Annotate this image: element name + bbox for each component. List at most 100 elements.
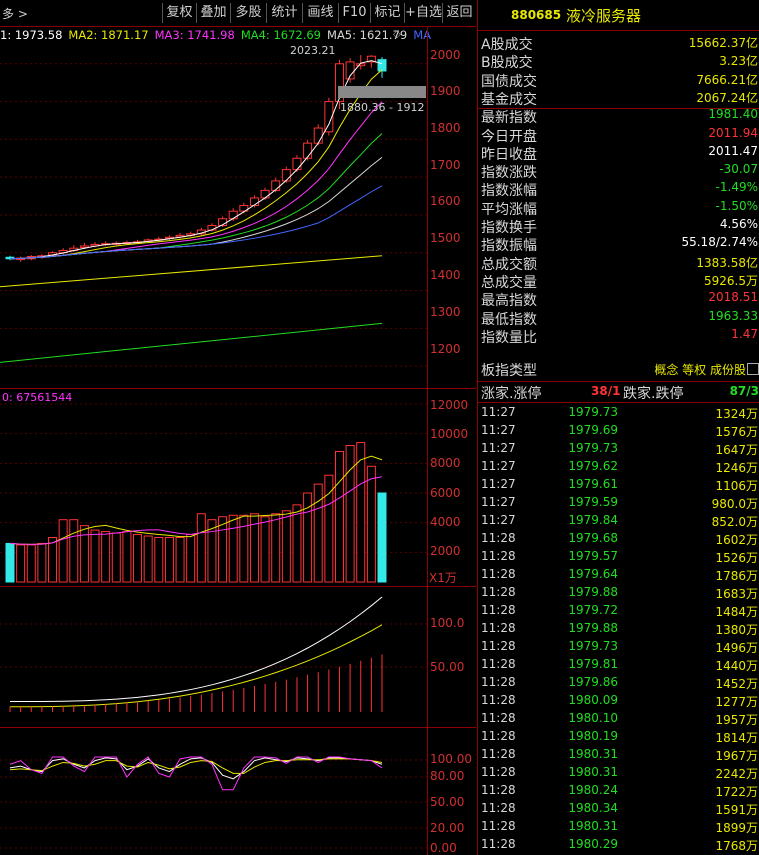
tick-time: 11:28: [481, 585, 516, 599]
tick-row[interactable]: 11:28 1980.09 1277万: [478, 693, 759, 711]
quote-panel: 880685 液冷服务器 A股成交 15662.37亿 B股成交 3.23亿 国债成交 7…: [477, 0, 759, 855]
tick-row[interactable]: 11:28 1980.29 1768万: [478, 837, 759, 855]
tick-row[interactable]: 11:27 1979.73 1324万: [478, 405, 759, 423]
quote-row: 指数涨幅 -1.49%: [478, 180, 759, 199]
tick-volume: 1591万: [715, 803, 758, 817]
quote-row-value: 55.18/2.74%: [681, 235, 758, 250]
quote-row: 指数涨跌 -30.07: [478, 162, 759, 182]
pane-separator: [0, 388, 476, 389]
quote-row-label: 平均涨幅: [481, 201, 537, 218]
tick-volume: 1602万: [715, 533, 758, 547]
tick-row[interactable]: 11:28 1979.73 1496万: [478, 639, 759, 657]
quote-row-value: 2018.51: [708, 290, 758, 305]
tick-row[interactable]: 11:28 1979.88 1683万: [478, 585, 759, 603]
quote-row: 基金成交 2067.24亿: [478, 89, 759, 108]
tick-time: 11:28: [481, 783, 516, 797]
tick-price: 1979.86: [568, 675, 618, 689]
quote-row-label: A股成交: [481, 37, 533, 53]
tick-row[interactable]: 11:28 1980.31 1899万: [478, 819, 759, 837]
price-tick-label: 1300: [430, 305, 461, 319]
tick-row[interactable]: 11:28 1979.57 1526万: [478, 549, 759, 567]
tick-row[interactable]: 11:27 1979.69 1576万: [478, 423, 759, 441]
quote-row: 指数换手 4.56%: [478, 217, 759, 236]
volume-bar: [133, 534, 143, 583]
tick-price: 1979.88: [568, 585, 618, 599]
tick-volume: 1722万: [715, 785, 758, 799]
app-window: 多 > 复权 叠加 多股 统计 画线 F10 标记 +自选 返回 1: 1973.58 MA2: …: [0, 0, 759, 855]
quote-row-label: 指数换手: [481, 220, 537, 236]
sector-tags[interactable]: 概念 等权 成份股: [654, 361, 746, 378]
tick-volume: 852.0万: [711, 515, 758, 529]
quote-row: 指数振幅 55.18/2.74%: [478, 235, 759, 254]
tick-volume: 1576万: [715, 425, 758, 439]
tick-row[interactable]: 11:28 1979.81 1440万: [478, 657, 759, 675]
quote-row: 总成交额 1383.58亿: [478, 254, 759, 273]
quote-row-label: 指数涨跌: [481, 165, 537, 182]
tick-time: 11:28: [481, 765, 516, 779]
quote-row-value: 4.56%: [719, 217, 758, 231]
tick-price: 1979.88: [568, 621, 618, 635]
tick-row[interactable]: 11:27 1979.61 1106万: [478, 477, 759, 495]
tick-row[interactable]: 11:27 1979.84 852.0万: [478, 513, 759, 531]
tick-row[interactable]: 11:28 1979.72 1484万: [478, 603, 759, 621]
indicator2-tick-label: 50.00: [430, 795, 465, 809]
price-tick-label: 1200: [430, 342, 461, 356]
candle-body: [260, 189, 270, 199]
sector-menu-icon[interactable]: [747, 363, 759, 375]
quote-row-value: 3.23亿: [719, 54, 758, 69]
tick-row[interactable]: 11:28 1980.24 1722万: [478, 783, 759, 801]
tick-row[interactable]: 11:28 1979.86 1452万: [478, 675, 759, 693]
candles-layer: [5, 55, 387, 262]
index-code: 880685: [511, 8, 562, 22]
tick-price: 1980.24: [568, 783, 618, 797]
tick-row[interactable]: 11:28 1979.68 1602万: [478, 531, 759, 549]
quote-row-value: -30.07: [719, 162, 758, 177]
volume-bar: [366, 465, 376, 583]
high-annotation: 2023.21: [290, 44, 336, 57]
tick-price: 1979.81: [568, 657, 618, 671]
tick-time: 11:28: [481, 531, 516, 545]
rise-value: 38/1: [591, 384, 621, 398]
tick-row[interactable]: 11:27 1979.73 1647万: [478, 441, 759, 459]
panel-header: 880685 液冷服务器: [478, 0, 759, 31]
tick-row[interactable]: 11:28 1980.31 1967万: [478, 747, 759, 765]
tick-row[interactable]: 11:28 1980.10 1957万: [478, 711, 759, 729]
volume-label: 0: 67561544: [2, 391, 73, 404]
panel-separator: [478, 381, 759, 382]
tick-row[interactable]: 11:28 1979.88 1380万: [478, 621, 759, 639]
tick-time: 11:28: [481, 549, 516, 563]
tick-row[interactable]: 11:27 1979.59 980.0万: [478, 495, 759, 513]
tick-price: 1979.84: [568, 513, 618, 527]
volume-bar: [281, 510, 291, 583]
quote-row-label: 昨日收盘: [481, 146, 537, 163]
pane-separator: [0, 727, 476, 728]
volume-bar: [260, 516, 270, 583]
volume-tick-label: 10000: [430, 427, 469, 441]
quote-row: B股成交 3.23亿: [478, 52, 759, 71]
volume-bar: [26, 544, 36, 583]
quote-row-label: 最低指数: [481, 311, 537, 328]
volume-bar: [69, 519, 79, 583]
quote-row-value: 2011.94: [708, 125, 758, 140]
volume-tick-label: 6000: [430, 486, 461, 500]
tick-price: 1980.34: [568, 801, 618, 815]
tick-price: 1980.31: [568, 819, 618, 833]
quote-row: 总成交量 5926.5万: [478, 272, 759, 291]
tick-volume: 1324万: [715, 407, 758, 421]
tick-row[interactable]: 11:28 1979.64 1786万: [478, 567, 759, 585]
quote-row-label: 最新指数: [481, 110, 537, 127]
tick-price: 1979.57: [568, 549, 618, 563]
tick-volume: 1246万: [715, 461, 758, 475]
panel-separator: [478, 402, 759, 403]
ma-line: [9, 60, 383, 260]
tick-row[interactable]: 11:27 1979.62 1246万: [478, 459, 759, 477]
volume-bar: [356, 442, 366, 583]
index-name: 液冷服务器: [566, 7, 642, 25]
tick-price: 1980.09: [568, 693, 618, 707]
quote-row-value: 1981.40: [708, 107, 758, 122]
tick-price: 1979.62: [568, 459, 618, 473]
tick-row[interactable]: 11:28 1980.31 2242万: [478, 765, 759, 783]
tick-row[interactable]: 11:28 1980.19 1814万: [478, 729, 759, 747]
tick-volume: 980.0万: [711, 497, 758, 511]
tick-row[interactable]: 11:28 1980.34 1591万: [478, 801, 759, 819]
